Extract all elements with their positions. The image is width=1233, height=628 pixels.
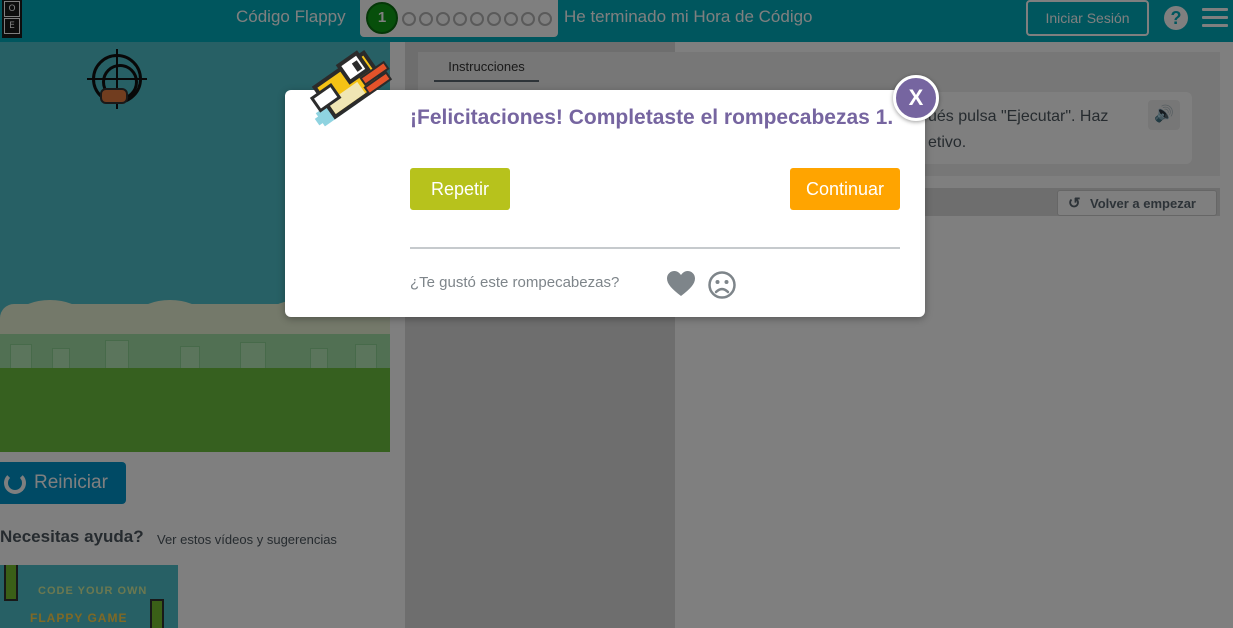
dialog-title: ¡Felicitaciones! Completaste el rompecab… (410, 106, 894, 129)
sad-face-icon[interactable] (707, 270, 737, 300)
dialog-divider (410, 247, 900, 249)
heart-icon[interactable] (666, 270, 696, 298)
continue-button[interactable]: Continuar (790, 168, 900, 210)
app-root: O E Código Flappy 1 He terminado mi Hora… (0, 0, 1233, 628)
close-button[interactable]: X (893, 75, 939, 121)
flappy-bird-icon (309, 50, 393, 127)
repeat-button[interactable]: Repetir (410, 168, 510, 210)
feedback-question: ¿Te gustó este rompecabezas? (410, 274, 620, 291)
